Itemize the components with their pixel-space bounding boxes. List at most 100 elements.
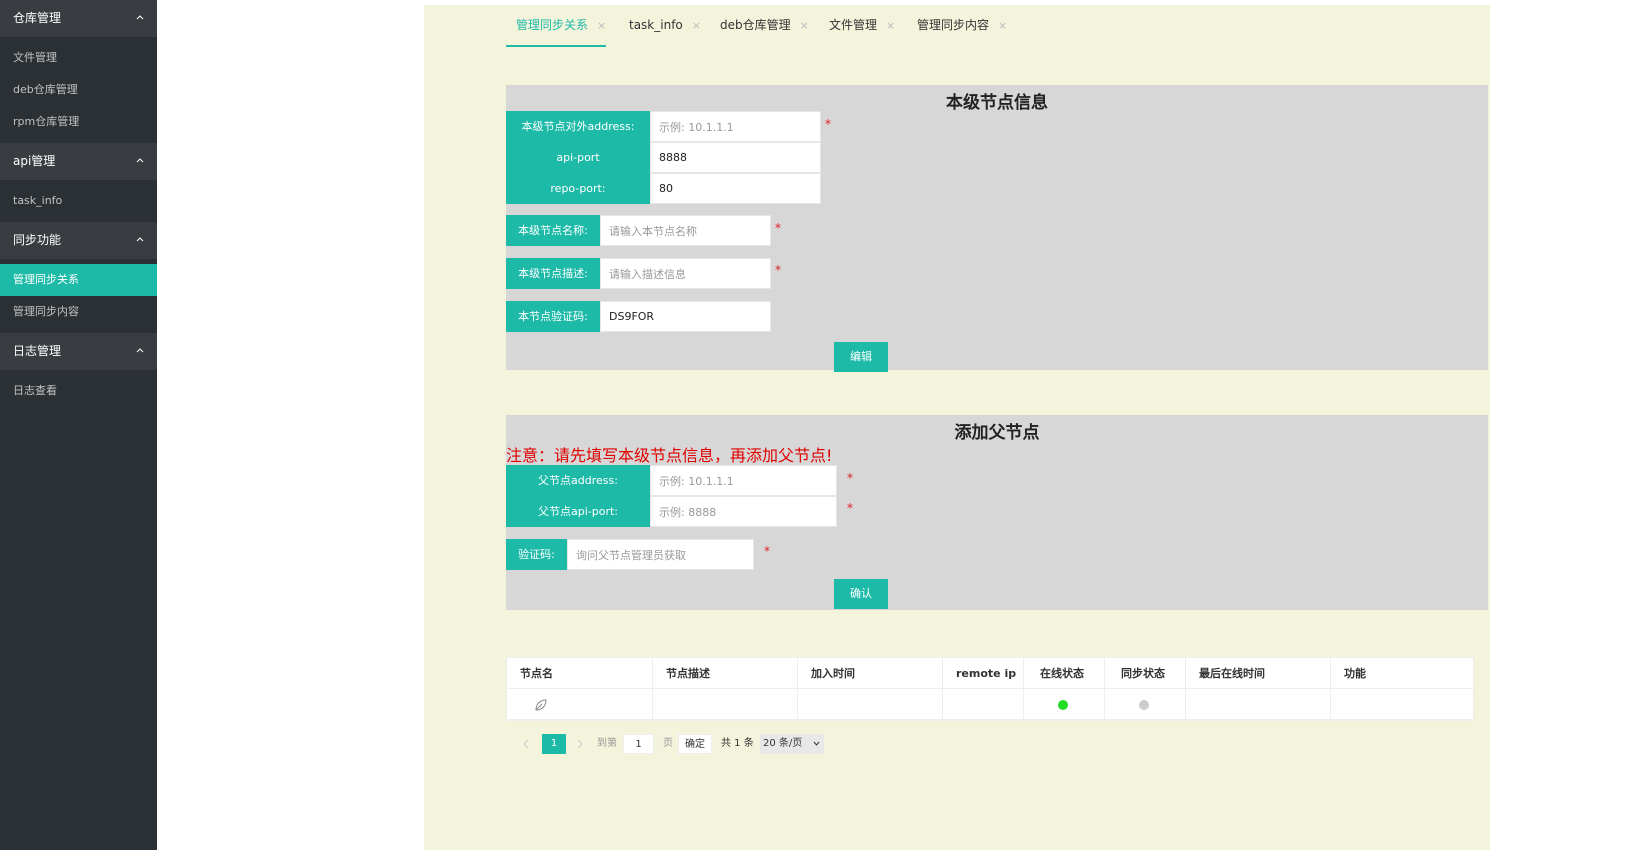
chevron-up-icon — [136, 348, 144, 353]
goto-confirm-button[interactable]: 确定 — [678, 734, 712, 754]
sidebar-group-label: 日志管理 — [13, 344, 62, 358]
pagination: 1 到第 1 页 确定 共 1 条 20 条/页 — [506, 727, 1488, 759]
tab-label: deb仓库管理 — [720, 18, 791, 32]
parent-node-panel: 添加父节点 注意：请先填写本级节点信息，再添加父节点! 父节点address: … — [506, 415, 1488, 610]
chevron-right-icon[interactable] — [576, 739, 584, 749]
online-status-dot — [1058, 700, 1068, 710]
sidebar-group-label: 同步功能 — [13, 233, 62, 247]
sidebar-item-sync-relations[interactable]: 管理同步关系 — [0, 264, 157, 296]
node-name-input[interactable]: 请输入本节点名称 — [600, 215, 771, 246]
tab-file-management[interactable]: 文件管理 × — [829, 5, 895, 47]
local-node-panel: 本级节点信息 本级节点对外address: 示例: 10.1.1.1 * api… — [506, 85, 1488, 372]
address-input[interactable]: 示例: 10.1.1.1 — [650, 111, 821, 142]
parent-address-label: 父节点address: — [506, 465, 650, 496]
tab-label: 管理同步关系 — [516, 18, 589, 32]
close-icon[interactable]: × — [886, 19, 895, 32]
col-remote-ip: remote ip — [943, 658, 1024, 689]
panel-title: 添加父节点 — [954, 423, 1040, 443]
sidebar-item-rpm-repo[interactable]: rpm仓库管理 — [0, 106, 157, 138]
parent-code-label: 验证码: — [506, 539, 567, 570]
parent-api-port-label: 父节点api-port: — [506, 496, 650, 527]
chevron-up-icon — [136, 158, 144, 163]
node-desc-input[interactable]: 请输入描述信息 — [600, 258, 771, 289]
address-label: 本级节点对外address: — [506, 111, 650, 142]
api-port-label: api-port — [506, 142, 650, 173]
goto-page-input[interactable]: 1 — [623, 734, 654, 754]
sidebar-item-task-info[interactable]: task_info — [0, 185, 157, 217]
required-mark: * — [775, 263, 781, 277]
parent-code-input[interactable]: 询问父节点管理员获取 — [567, 539, 754, 570]
col-join-time: 加入时间 — [798, 658, 943, 689]
required-mark: * — [775, 221, 781, 235]
cell-last-online — [1186, 689, 1331, 720]
repo-port-input[interactable]: 80 — [650, 173, 821, 204]
cell-remote-ip — [943, 689, 1024, 720]
edit-button[interactable]: 编辑 — [834, 342, 888, 372]
sidebar-group-warehouse[interactable]: 仓库管理 — [0, 0, 157, 37]
confirm-button[interactable]: 确认 — [834, 579, 888, 609]
tab-task-info[interactable]: task_info × — [629, 5, 701, 47]
col-node-desc: 节点描述 — [653, 658, 798, 689]
tab-label: 文件管理 — [829, 18, 878, 32]
goto-label: 到第 — [597, 738, 617, 749]
sidebar: 仓库管理 文件管理 deb仓库管理 rpm仓库管理 api管理 task_inf… — [0, 0, 157, 850]
page-size-select[interactable]: 20 条/页 — [760, 734, 824, 754]
warning-text: 注意：请先填写本级节点信息，再添加父节点! — [506, 446, 833, 465]
sidebar-group-api[interactable]: api管理 — [0, 143, 157, 180]
col-actions: 功能 — [1344, 667, 1366, 680]
cell-sync-status — [1105, 689, 1186, 720]
sidebar-group-sync[interactable]: 同步功能 — [0, 222, 157, 259]
table-row — [507, 689, 1473, 720]
required-mark: * — [825, 117, 831, 131]
tab-label: task_info — [629, 18, 683, 32]
node-name-label: 本级节点名称: — [506, 215, 600, 246]
sidebar-group-logs[interactable]: 日志管理 — [0, 333, 157, 370]
page-current[interactable]: 1 — [542, 734, 566, 754]
close-icon[interactable]: × — [800, 19, 809, 32]
page-size-value: 20 条/页 — [763, 738, 803, 749]
close-icon[interactable]: × — [692, 19, 701, 32]
verify-code-label: 本节点验证码: — [506, 301, 600, 332]
close-icon[interactable]: × — [597, 19, 606, 32]
cell-actions — [1331, 689, 1475, 720]
required-mark: * — [764, 544, 770, 558]
cell-node-name — [507, 689, 653, 720]
sidebar-item-deb-repo[interactable]: deb仓库管理 — [0, 74, 157, 106]
chevron-down-icon — [813, 741, 820, 746]
tab-label: 管理同步内容 — [917, 18, 990, 32]
col-online-status: 在线状态 — [1024, 658, 1105, 689]
chevron-left-icon[interactable] — [522, 739, 530, 749]
page-unit: 页 — [663, 738, 673, 749]
col-sync-status: 同步状态 — [1105, 658, 1186, 689]
nodes-table: 节点名 节点描述 加入时间 remote ip 在线状态 同步状态 最后在线时间… — [506, 657, 1474, 721]
table-header: 节点名 节点描述 加入时间 remote ip 在线状态 同步状态 最后在线时间… — [507, 658, 1473, 689]
tab-sync-content[interactable]: 管理同步内容 × — [917, 5, 1007, 47]
sidebar-item-log-view[interactable]: 日志查看 — [0, 375, 157, 407]
sidebar-item-file-management[interactable]: 文件管理 — [0, 42, 157, 74]
sync-status-dot — [1139, 700, 1149, 710]
tab-sync-relations[interactable]: 管理同步关系 × — [506, 5, 606, 47]
leaf-icon — [535, 699, 547, 711]
api-port-input[interactable]: 8888 — [650, 142, 821, 173]
total-count: 共 1 条 — [721, 738, 754, 749]
col-node-name: 节点名 — [507, 658, 653, 689]
parent-api-port-input[interactable]: 示例: 8888 — [650, 496, 837, 527]
tab-deb-repo[interactable]: deb仓库管理 × — [720, 5, 809, 47]
parent-address-input[interactable]: 示例: 10.1.1.1 — [650, 465, 837, 496]
panel-title: 本级节点信息 — [946, 93, 1048, 113]
main-content: 管理同步关系 × task_info × deb仓库管理 × 文件管理 × 管理同步内容… — [424, 5, 1490, 850]
cell-join-time — [798, 689, 943, 720]
node-desc-label: 本级节点描述: — [506, 258, 600, 289]
sidebar-group-label: api管理 — [13, 154, 56, 168]
sidebar-item-sync-content[interactable]: 管理同步内容 — [0, 296, 157, 328]
chevron-up-icon — [136, 237, 144, 242]
col-last-online: 最后在线时间 — [1186, 658, 1331, 689]
close-icon[interactable]: × — [998, 19, 1007, 32]
repo-port-label: repo-port: — [506, 173, 650, 204]
cell-online-status — [1024, 689, 1105, 720]
required-mark: * — [847, 501, 853, 515]
sidebar-group-label: 仓库管理 — [13, 11, 62, 25]
required-mark: * — [847, 471, 853, 485]
cell-node-desc — [653, 689, 798, 720]
verify-code-input[interactable]: DS9FOR — [600, 301, 771, 332]
